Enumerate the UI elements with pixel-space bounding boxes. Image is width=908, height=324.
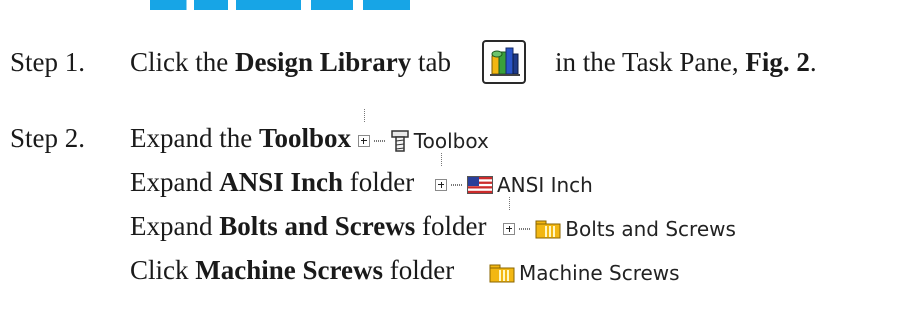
- heading-remnant: [150, 0, 410, 10]
- tree-connector: [441, 152, 442, 166]
- bolts-and-screws-node-label: Bolts and Screws: [565, 216, 736, 241]
- figure-reference: Fig. 2: [745, 47, 810, 77]
- tree-connector: [373, 139, 386, 142]
- tree-connector: [509, 196, 511, 210]
- tree-connector: [363, 108, 365, 122]
- design-library-icon: [490, 47, 520, 76]
- heading-fragment: [150, 0, 410, 10]
- expand-ansi-inch-icon[interactable]: [435, 178, 447, 191]
- design-library-term: Design Library: [234, 47, 412, 77]
- machine-screws-term: Machine Screws: [195, 255, 383, 285]
- step-2-label: Step 2.: [10, 123, 86, 153]
- tree-connector: [519, 227, 532, 230]
- step-2-line-toolbox: Expand the Toolbox Toolbox: [130, 108, 489, 157]
- toolbox-term: Toolbox: [258, 123, 352, 153]
- toolbox-screw-icon: [391, 130, 409, 152]
- step-1-label: Step 1.: [10, 47, 86, 77]
- tree-connector: [451, 183, 463, 186]
- ansi-inch-node-label: ANSI Inch: [497, 172, 593, 197]
- expand-bolts-and-screws-icon[interactable]: [503, 222, 516, 235]
- toolbox-node-label: Toolbox: [413, 128, 489, 153]
- step-2-line-bolts-screws: Expand Bolts and Screws folder Bolts and…: [130, 196, 736, 245]
- expand-toolbox-icon[interactable]: [357, 134, 370, 147]
- tree-node-toolbox[interactable]: Toolbox: [357, 108, 489, 157]
- folder-icon: [489, 264, 515, 283]
- machine-screws-node-label: Machine Screws: [518, 260, 680, 285]
- step-2-line-ansi-inch: Expand ANSI Inch folder ANSI Inch: [130, 152, 593, 201]
- folder-icon: [535, 220, 561, 239]
- us-flag-icon: [467, 175, 493, 194]
- step-2-line-machine-screws: Click Machine Screws folder Machine Scre…: [130, 254, 680, 289]
- step-1-instruction-tail: in the Task Pane, Fig. 2.: [555, 47, 817, 77]
- tree-node-machine-screws[interactable]: Machine Screws: [489, 257, 680, 289]
- tree-node-ansi-inch[interactable]: ANSI Inch: [435, 152, 593, 201]
- ansi-inch-term: ANSI Inch: [219, 167, 344, 197]
- design-library-tab-button[interactable]: [482, 40, 526, 84]
- bolts-and-screws-term: Bolts and Screws: [219, 211, 416, 241]
- step-1-instruction: Click the Design Library tab: [130, 47, 451, 77]
- tree-node-bolts-and-screws[interactable]: Bolts and Screws: [503, 196, 736, 245]
